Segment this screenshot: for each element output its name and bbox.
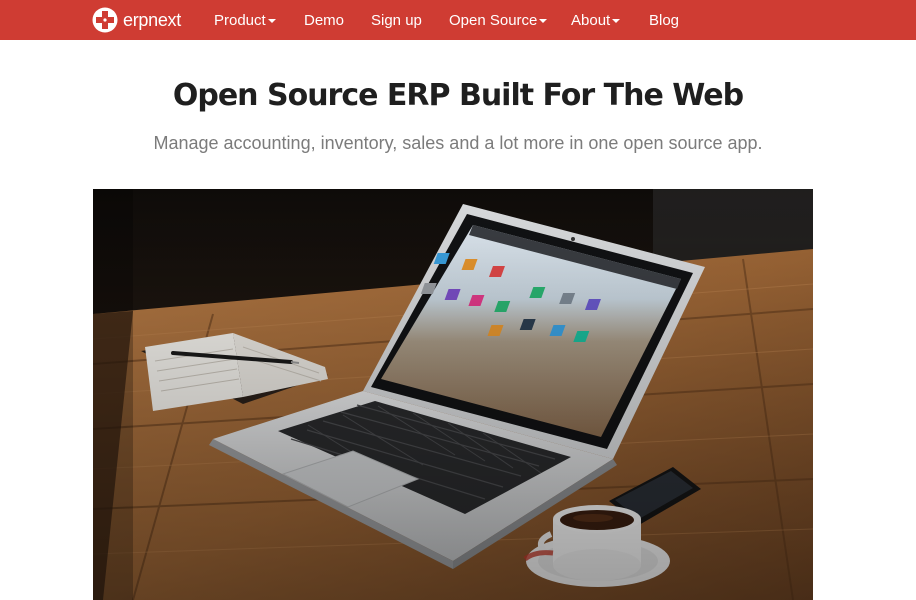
- top-navbar: erpnext Product Demo Sign up Open Source…: [0, 0, 916, 40]
- hero-title: Open Source ERP Built For The Web: [172, 78, 744, 113]
- nav-item-about[interactable]: About: [571, 0, 621, 40]
- nav-item-demo[interactable]: Demo: [304, 0, 344, 40]
- nav-item-label: Blog: [649, 11, 680, 29]
- caret-down-icon: [267, 19, 276, 23]
- caret-down-icon: [612, 19, 621, 23]
- hero-subtitle: Manage accounting, inventory, sales and …: [153, 133, 763, 153]
- nav-item-open-source[interactable]: Open Source: [449, 0, 548, 40]
- nav-item-label: Demo: [304, 11, 345, 29]
- nav-item-label: Product: [214, 11, 266, 29]
- nav-item-product[interactable]: Product: [214, 0, 276, 40]
- nav-item-label: Open Source: [449, 11, 538, 29]
- nav-item-label: Sign up: [371, 11, 422, 29]
- brand-name: erpnext: [123, 9, 181, 30]
- brand-link[interactable]: erpnext: [92, 7, 181, 33]
- caret-down-icon: [539, 19, 548, 23]
- nav-item-sign-up[interactable]: Sign up: [371, 0, 422, 40]
- nav-item-label: About: [571, 11, 611, 29]
- nav-item-blog[interactable]: Blog: [649, 0, 679, 40]
- laptop-on-desk-illustration: [93, 189, 813, 600]
- hero-photo: [93, 189, 813, 600]
- erpnext-cross-logo-icon: [92, 7, 118, 33]
